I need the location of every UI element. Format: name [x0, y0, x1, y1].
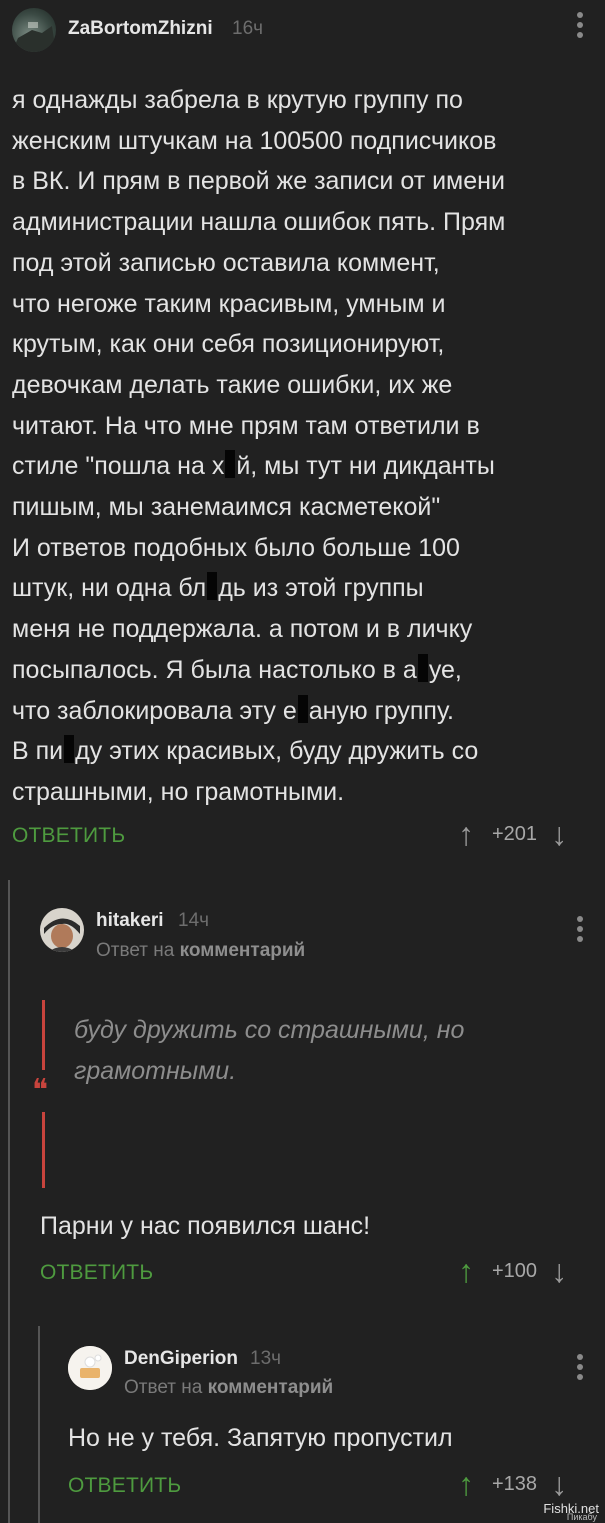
comment-line-segment: девочкам делать такие ошибки, их же: [12, 370, 453, 399]
more-options-icon[interactable]: [576, 916, 584, 942]
avatar-image: [40, 908, 84, 952]
censor-block: [297, 694, 308, 723]
more-options-icon[interactable]: [576, 1354, 584, 1380]
reply-to-prefix: Ответ на: [124, 1377, 203, 1398]
comment-text: Парни у нас появился шанс!: [40, 1212, 371, 1240]
thread-line: [8, 880, 10, 1523]
comment-line: под этой записью оставила коммент,: [12, 243, 597, 284]
quote-line: грамотными.: [74, 1057, 237, 1085]
comment-line-segment: дь из этой группы: [218, 574, 424, 603]
comment-line-segment: В пи: [12, 737, 64, 766]
comment-line-segment: я однажды забрела в крутую группу по: [12, 86, 463, 114]
comment-line-segment: й, мы тут ни дикданты: [236, 452, 495, 481]
reply-button[interactable]: ОТВЕТИТЬ: [40, 1261, 153, 1285]
quote-bar-top: [42, 1000, 45, 1070]
comment-line-segment: ду этих красивых, буду дружить со: [75, 737, 479, 766]
comment-line: посыпалось. Я была настолько в а уе,: [12, 650, 597, 691]
reply-to-label[interactable]: Ответ на комментарий: [124, 1377, 333, 1399]
comment-line-segment: в ВК. И прям в первой же записи от имени: [12, 167, 505, 196]
upvote-arrow-icon[interactable]: ↑: [458, 818, 474, 850]
comment-line: что заблокировала эту е аную группу.: [12, 691, 597, 732]
comment-line-segment: пишым, мы занемаимся касметекой": [12, 493, 441, 522]
comment-line: я однажды забрела в крутую группу по: [12, 80, 597, 121]
comment-line: И ответов подобных было больше 100: [12, 528, 597, 569]
upvote-arrow-icon[interactable]: ↑: [458, 1255, 474, 1287]
watermark: Fishki.net: [543, 1501, 599, 1516]
author-name[interactable]: hitakeri: [96, 910, 164, 932]
comment-line: крутым, как они себя позиционируют,: [12, 324, 597, 365]
avatar[interactable]: [40, 908, 84, 952]
author-name[interactable]: DenGiperion: [124, 1348, 238, 1370]
avatar[interactable]: [12, 8, 56, 52]
author-name[interactable]: ZaBortomZhizni: [68, 18, 213, 40]
comment-line-segment: администрации нашла ошибок пять. Прям: [12, 208, 506, 237]
comment-line: читают. На что мне прям там ответили в: [12, 406, 597, 447]
reply-to-target[interactable]: комментарий: [180, 940, 306, 961]
comment-line: администрации нашла ошибок пять. Прям: [12, 202, 597, 243]
comment-time: 14ч: [178, 910, 210, 931]
reply-button[interactable]: ОТВЕТИТЬ: [12, 824, 125, 848]
comment-line-segment: штук, ни одна бл: [12, 574, 207, 603]
comment-time: 16ч: [232, 18, 264, 39]
comment-line-segment: женским штучкам на 100500 подписчиков: [12, 126, 497, 155]
comment-line-segment: под этой записью оставила коммент,: [12, 248, 440, 277]
reply-button[interactable]: ОТВЕТИТЬ: [68, 1474, 181, 1498]
comment-line: в ВК. И прям в первой же записи от имени: [12, 161, 597, 202]
comment-text: Но не у тебя. Запятую пропустил: [68, 1424, 453, 1452]
comment-line: что негоже таким красивым, умным и: [12, 284, 597, 325]
upvote-arrow-icon[interactable]: ↑: [458, 1468, 474, 1500]
comment-line: страшными, но грамотными.: [12, 772, 597, 813]
comment-line-segment: что негоже таким красивым, умным и: [12, 289, 446, 318]
comment-line-segment: что заблокировала эту е: [12, 696, 297, 725]
comment-line-segment: посыпалось. Я была настолько в а: [12, 655, 417, 684]
downvote-arrow-icon[interactable]: ↓: [551, 1255, 567, 1287]
quote-text: буду дружить со страшными, но грамотными…: [74, 1010, 464, 1092]
comment-line: меня не поддержала. а потом и в личку: [12, 609, 597, 650]
thread-line: [38, 1326, 40, 1523]
comment-line-segment: И ответов подобных было больше 100: [12, 533, 460, 562]
reply-to-prefix: Ответ на: [96, 940, 175, 961]
comment-line: стиле "пошла на х й, мы тут ни дикданты: [12, 446, 597, 487]
avatar[interactable]: [68, 1346, 112, 1390]
comment-line-segment: аную группу.: [308, 696, 454, 725]
comment-line: В пи ду этих красивых, буду дружить со: [12, 731, 597, 772]
comment-line: женским штучкам на 100500 подписчиков: [12, 121, 597, 162]
quote-line: буду дружить со страшными, но: [74, 1016, 465, 1044]
vote-controls: ↑ +100 ↓: [458, 1255, 567, 1287]
rating-value: +100: [492, 1259, 538, 1282]
comment-time: 13ч: [250, 1348, 282, 1369]
censor-block: [225, 450, 236, 479]
rating-value: +138: [492, 1472, 538, 1495]
comment-line: девочкам делать такие ошибки, их же: [12, 365, 597, 406]
censor-block: [417, 653, 428, 682]
avatar-image: [12, 22, 56, 52]
comment-line-segment: меня не поддержала. а потом и в личку: [12, 615, 473, 644]
downvote-arrow-icon[interactable]: ↓: [551, 818, 567, 850]
comment-line-segment: крутым, как они себя позиционируют,: [12, 330, 445, 359]
censor-block: [207, 572, 218, 601]
comment-line-segment: страшными, но грамотными.: [12, 777, 345, 806]
downvote-arrow-icon[interactable]: ↓: [551, 1468, 567, 1500]
comment-line-segment: уе,: [428, 655, 462, 684]
comment-line-segment: стиле "пошла на х: [12, 452, 225, 481]
comment-line-segment: читают. На что мне прям там ответили в: [12, 411, 480, 440]
vote-controls: ↑ +201 ↓: [458, 818, 567, 850]
comment-text: я однажды забрела в крутую группу по женс…: [12, 80, 597, 813]
censor-block: [64, 735, 75, 764]
comment-line: пишым, мы занемаимся касметекой": [12, 487, 597, 528]
vote-controls: ↑ +138 ↓: [458, 1468, 567, 1500]
avatar-image: [68, 1346, 112, 1390]
rating-value: +201: [492, 822, 538, 845]
reply-to-target[interactable]: комментарий: [208, 1377, 334, 1398]
more-options-icon[interactable]: [576, 12, 584, 38]
reply-to-label[interactable]: Ответ на комментарий: [96, 940, 305, 962]
quote-mark-icon: ❝: [32, 1073, 49, 1108]
comment-line: штук, ни одна бл дь из этой группы: [12, 568, 597, 609]
quote-bar-bottom: [42, 1112, 45, 1188]
